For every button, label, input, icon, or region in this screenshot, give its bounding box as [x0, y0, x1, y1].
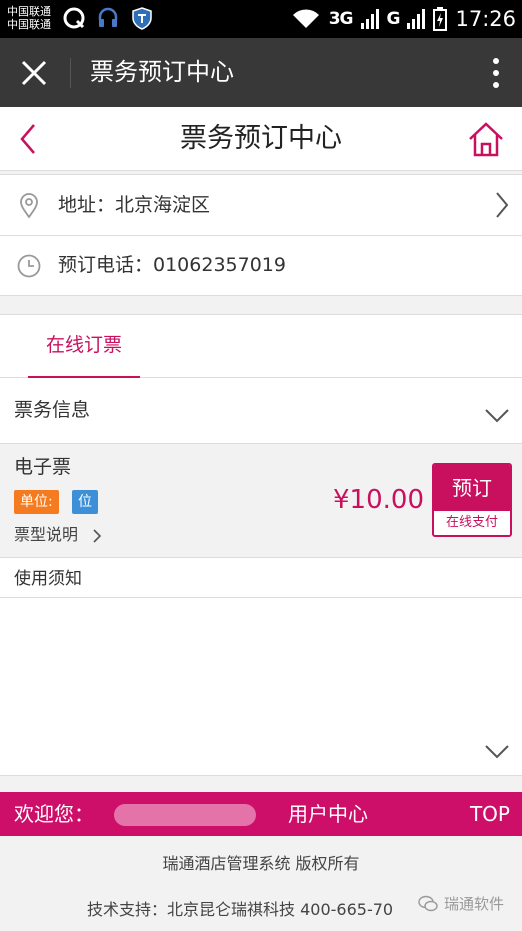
chevron-right-icon	[496, 192, 509, 218]
phone-text: 预订电话：01062357019	[58, 254, 286, 276]
tech-support-text: 技术支持：北京昆仑瑞祺科技 400-665-70	[87, 900, 394, 919]
carrier-label-1: 中国联通	[7, 5, 51, 18]
network-type-2: G	[386, 9, 401, 29]
chevron-down-icon	[485, 409, 509, 423]
webview-title-bar: 票务预订中心	[0, 38, 522, 107]
shield-icon	[132, 7, 152, 30]
status-bar: 中国联通 中国联通 3G G 17:26	[0, 0, 522, 38]
signal-icon-2	[407, 9, 426, 29]
ticket-info-header[interactable]: 票务信息	[0, 378, 522, 444]
unit-value-badge: 位	[72, 490, 98, 514]
username-redacted	[114, 804, 256, 826]
address-row[interactable]: 地址：北京海淀区	[0, 174, 522, 236]
wechat-logo-icon	[418, 895, 438, 911]
unit-badge: 单位:	[14, 490, 59, 514]
chevron-right-small-icon	[93, 529, 102, 543]
user-center-link[interactable]: 用户中心	[288, 799, 368, 829]
watermark: 瑞通软件	[413, 893, 508, 914]
address-text: 地址：北京海淀区	[58, 194, 211, 216]
status-right: 3G G 17:26	[291, 6, 516, 32]
online-payment-label: 在线支付	[445, 515, 498, 530]
page-title: 票务预订中心	[180, 123, 342, 154]
usage-notice-label: 使用须知	[14, 569, 82, 589]
tab-online-booking[interactable]: 在线订票	[28, 315, 140, 379]
signal-icon-1	[360, 9, 379, 29]
usage-notice-header[interactable]: 使用须知	[0, 558, 522, 598]
book-button[interactable]: 预订 在线支付	[432, 463, 512, 537]
book-button-label: 预订	[434, 465, 510, 511]
battery-icon	[433, 7, 448, 31]
chevron-down-icon[interactable]	[484, 744, 510, 760]
copyright-text: 瑞通酒店管理系统 版权所有	[162, 854, 360, 873]
ticket-name: 电子票	[14, 456, 72, 478]
footer-nav-bar: 欢迎您： 用户中心 TOP	[0, 792, 522, 836]
wifi-icon	[292, 9, 319, 28]
home-icon[interactable]	[466, 119, 506, 159]
title-divider	[70, 58, 71, 88]
usage-notice-body	[0, 598, 522, 776]
app-q-icon	[63, 7, 85, 29]
watermark-text: 瑞通软件	[443, 895, 504, 913]
webview-title: 票务预订中心	[90, 58, 234, 86]
clock-icon	[17, 254, 41, 278]
carrier-label-2: 中国联通	[7, 18, 51, 31]
location-pin-icon	[20, 193, 38, 219]
clock: 17:26	[455, 7, 516, 31]
tab-bar: 在线订票	[0, 314, 522, 379]
phone-row[interactable]: 预订电话：01062357019	[0, 236, 522, 296]
more-options-icon[interactable]	[490, 56, 502, 90]
back-to-top-link[interactable]: TOP	[470, 799, 510, 829]
ticket-info-label: 票务信息	[14, 399, 91, 421]
network-type-1: 3G	[328, 9, 354, 29]
headset-icon	[98, 7, 118, 27]
page-header: 票务预订中心	[0, 107, 522, 171]
welcome-text: 欢迎您：	[14, 802, 94, 826]
ticket-type-description-link[interactable]: 票型说明	[14, 524, 78, 546]
close-icon[interactable]	[20, 59, 48, 87]
carrier-labels: 中国联通 中国联通	[7, 5, 51, 31]
ticket-price: ¥10.00	[333, 485, 424, 515]
